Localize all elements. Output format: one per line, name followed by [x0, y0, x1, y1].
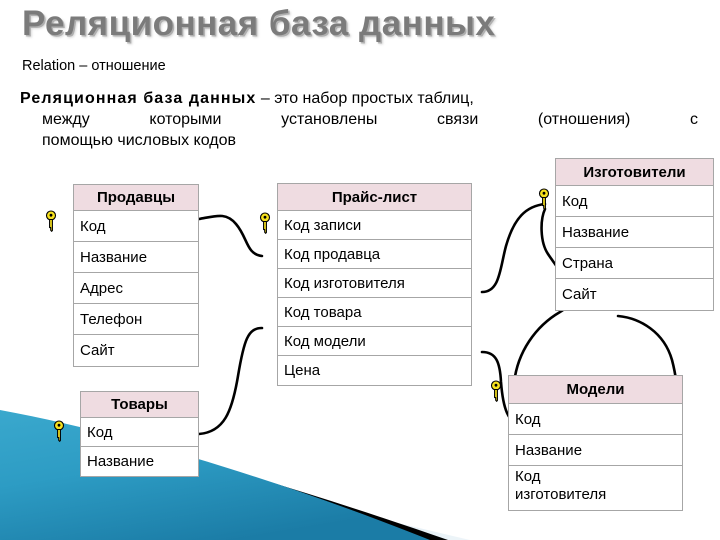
primary-key-icon: [45, 210, 57, 232]
table-row[interactable]: Название: [509, 435, 682, 466]
table-header-prodavcy: Продавцы: [74, 185, 198, 211]
table-row[interactable]: Код изготовителя: [278, 269, 471, 298]
table-row[interactable]: Код записи: [278, 211, 471, 240]
table-row[interactable]: Адрес: [74, 273, 198, 304]
connector-tovary-to-pricelist: [197, 326, 264, 436]
table-row[interactable]: Название: [74, 242, 198, 273]
slide-canvas: Реляционная база данных Relation – отнош…: [0, 0, 720, 540]
primary-key-icon: [53, 420, 65, 442]
table-row[interactable]: Код продавца: [278, 240, 471, 269]
table-row[interactable]: Цена: [278, 356, 471, 385]
entity-table-modeli[interactable]: Модели Код Название Код изготовителя: [508, 375, 683, 511]
entity-table-prodavcy[interactable]: Продавцы Код Название Адрес Телефон Сайт: [73, 184, 199, 367]
table-row[interactable]: Код: [556, 186, 713, 217]
paragraph-lead-term: Реляционная база данных: [20, 90, 257, 107]
table-header-modeli: Модели: [509, 376, 682, 404]
table-header-tovary: Товары: [81, 392, 198, 418]
paragraph-line1-rest: – это набор простых таблиц,: [256, 90, 474, 107]
entity-table-tovary[interactable]: Товары Код Название: [80, 391, 199, 477]
table-row[interactable]: Название: [81, 447, 198, 476]
primary-key-icon: [538, 188, 550, 210]
table-row[interactable]: Код модели: [278, 327, 471, 356]
table-row[interactable]: Название: [556, 217, 713, 248]
slide-title: Реляционная база данных: [22, 4, 496, 43]
decor-pale-band: [0, 430, 470, 540]
table-row[interactable]: Телефон: [74, 304, 198, 335]
connector-pricelist-to-izgotoviteli: [480, 202, 547, 294]
paragraph-line3: помощью числовых кодов: [42, 132, 236, 149]
primary-key-icon: [259, 212, 271, 234]
table-row[interactable]: Код: [74, 211, 198, 242]
table-row[interactable]: Код: [509, 404, 682, 435]
table-row[interactable]: Код изготовителя: [509, 466, 606, 510]
subtitle-line: Relation – отношение: [22, 58, 166, 74]
entity-table-price-list[interactable]: Прайс-лист Код записи Код продавца Код и…: [277, 183, 472, 386]
body-paragraph: Реляционная база данных – это набор прос…: [20, 88, 698, 151]
table-row[interactable]: Сайт: [74, 335, 198, 366]
table-row[interactable]: Код: [81, 418, 198, 447]
primary-key-icon: [490, 380, 502, 402]
table-header-izgotoviteli: Изготовители: [556, 159, 713, 186]
paragraph-line2: между которыми установлены связи (отноше…: [42, 111, 698, 128]
table-row[interactable]: Страна: [556, 248, 713, 279]
table-header-price-list: Прайс-лист: [278, 184, 471, 211]
table-row[interactable]: Код товара: [278, 298, 471, 327]
connector-prodavcy-to-pricelist: [197, 214, 264, 258]
table-row[interactable]: Сайт: [556, 279, 713, 310]
decor-black-stripe: [0, 414, 448, 540]
entity-table-izgotoviteli[interactable]: Изготовители Код Название Страна Сайт: [555, 158, 714, 311]
